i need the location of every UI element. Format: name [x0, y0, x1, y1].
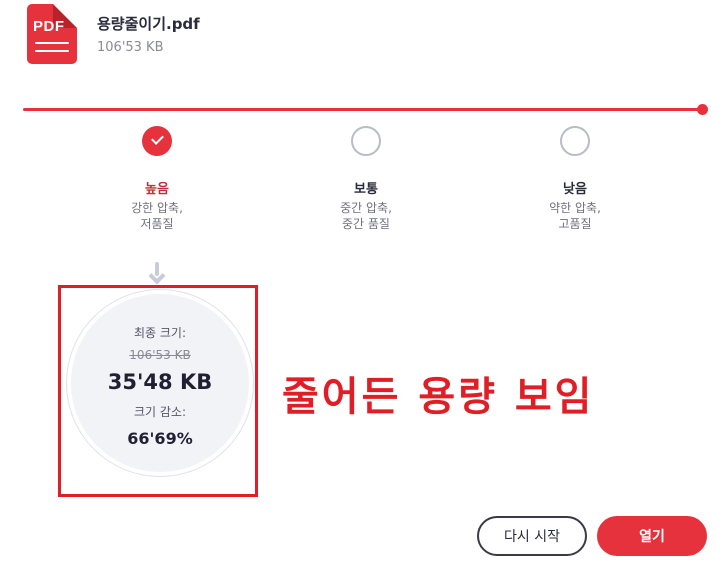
- open-button[interactable]: 열기: [597, 516, 707, 556]
- file-name: 용량줄이기.pdf: [97, 15, 200, 33]
- option-high[interactable]: 높음 강한 압축, 저품질: [77, 126, 237, 232]
- option-title: 높음: [145, 182, 169, 197]
- icon-line: [35, 42, 69, 44]
- option-desc-line2: 저품질: [140, 217, 174, 231]
- restart-button[interactable]: 다시 시작: [477, 516, 587, 556]
- icon-line: [35, 50, 69, 52]
- option-title: 보통: [354, 182, 378, 197]
- annotation-highlight-box: [58, 285, 258, 497]
- radio-unchecked-icon[interactable]: [351, 126, 381, 156]
- annotation-text: 줄어든 용량 보임: [282, 374, 595, 420]
- pdf-icon-label: PDF: [33, 18, 65, 35]
- progress-end-dot: [697, 104, 708, 115]
- option-desc-line2: 고품질: [558, 217, 592, 231]
- file-size: 106'53 KB: [97, 40, 164, 55]
- radio-checked-icon[interactable]: [142, 126, 172, 156]
- option-desc-line1: 중간 압축,: [340, 201, 392, 215]
- option-title: 낮음: [563, 182, 587, 197]
- arrow-down-icon: [147, 262, 167, 285]
- option-desc-line1: 강한 압축,: [131, 201, 183, 215]
- option-desc-line2: 중간 품질: [342, 217, 390, 231]
- option-low[interactable]: 낮음 약한 압축, 고품질: [495, 126, 655, 232]
- option-medium[interactable]: 보통 중간 압축, 중간 품질: [286, 126, 446, 232]
- progress-bar: [23, 108, 702, 111]
- radio-unchecked-icon[interactable]: [560, 126, 590, 156]
- option-desc-line1: 약한 압축,: [549, 201, 601, 215]
- pdf-file-icon: PDF: [27, 4, 77, 64]
